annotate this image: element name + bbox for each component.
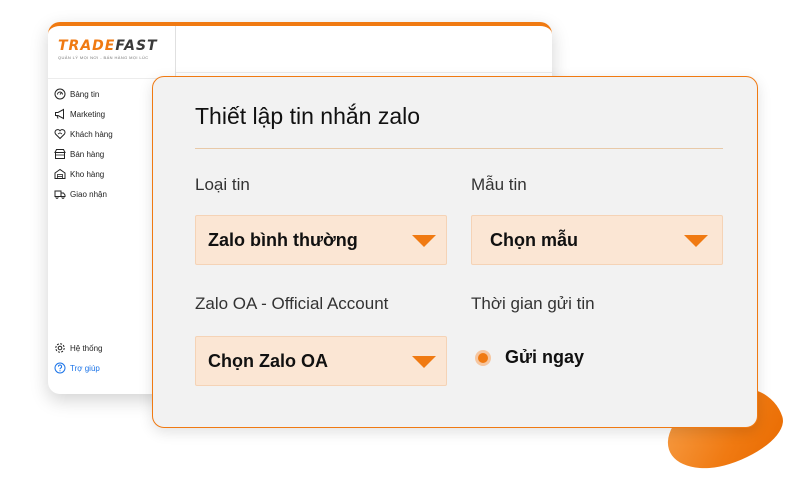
warehouse-icon xyxy=(54,168,66,179)
message-type-label: Loại tin xyxy=(195,175,250,194)
heart-handshake-icon xyxy=(54,129,66,140)
logo: TRADEFAST QUẢN LÝ MỌI NƠI - BÁN HÀNG MỌI… xyxy=(58,38,158,60)
help-icon xyxy=(54,362,66,374)
sidebar-item-bang-tin[interactable]: Bảng tin xyxy=(54,84,113,104)
sidebar-item-label: Giao nhận xyxy=(70,189,107,199)
dropdown-caret-icon xyxy=(412,356,436,368)
sidebar-item-label: Hệ thống xyxy=(70,343,103,353)
sidebar-item-label: Trợ giúp xyxy=(70,363,100,373)
official-account-value: Chọn Zalo OA xyxy=(208,350,328,371)
template-select[interactable]: Chọn mẫu xyxy=(471,215,723,265)
sidebar-item-label: Kho hàng xyxy=(70,169,105,179)
sidebar-bottom-nav: Hệ thống Trợ giúp xyxy=(54,338,102,378)
official-account-label: Zalo OA - Official Account xyxy=(195,294,389,313)
header-divider xyxy=(176,72,552,73)
sidebar-item-giao-nhan[interactable]: Giao nhận xyxy=(54,184,113,204)
sidebar-item-khach-hang[interactable]: Khách hàng xyxy=(54,124,113,144)
sidebar-nav: Bảng tin Marketing Khách hàng Bán hàng K… xyxy=(54,84,113,204)
message-type-value: Zalo bình thường xyxy=(208,229,358,250)
dialog-title: Thiết lập tin nhắn zalo xyxy=(195,103,421,129)
zalo-settings-dialog: Thiết lập tin nhắn zalo Loại tin Zalo bì… xyxy=(152,76,758,428)
radio-selected-icon xyxy=(475,349,491,366)
sidebar-item-label: Marketing xyxy=(70,109,106,119)
sidebar-item-label: Bảng tin xyxy=(70,89,100,99)
send-time-label: Thời gian gửi tin xyxy=(471,294,595,313)
megaphone-icon xyxy=(55,108,64,120)
dialog-divider xyxy=(195,148,723,149)
sidebar-item-label: Khách hàng xyxy=(70,129,113,139)
sidebar-item-label: Bán hàng xyxy=(70,149,105,159)
shop-icon xyxy=(54,149,66,159)
logo-tagline: QUẢN LÝ MỌI NƠI - BÁN HÀNG MỌI LÚC xyxy=(58,55,149,60)
send-now-radio[interactable]: Gửi ngay xyxy=(475,347,584,368)
message-type-select[interactable]: Zalo bình thường xyxy=(195,215,447,265)
dashboard-icon xyxy=(54,88,66,100)
dropdown-caret-icon xyxy=(412,235,436,247)
sidebar-item-ban-hang[interactable]: Bán hàng xyxy=(54,144,113,164)
sidebar-item-he-thong[interactable]: Hệ thống xyxy=(54,338,102,358)
template-label: Mẫu tin xyxy=(471,175,527,194)
sidebar-item-kho-hang[interactable]: Kho hàng xyxy=(54,164,113,184)
logo-text-fast: FAST xyxy=(115,38,158,54)
truck-icon xyxy=(54,190,66,199)
sidebar-item-tro-giup[interactable]: Trợ giúp xyxy=(54,358,102,378)
gear-icon xyxy=(55,343,65,353)
sidebar-item-marketing[interactable]: Marketing xyxy=(54,104,113,124)
send-now-label: Gửi ngay xyxy=(505,347,585,367)
template-value: Chọn mẫu xyxy=(490,229,578,250)
official-account-select[interactable]: Chọn Zalo OA xyxy=(195,336,447,386)
dropdown-caret-icon xyxy=(684,235,708,247)
logo-text-trade: TRADE xyxy=(58,38,116,54)
